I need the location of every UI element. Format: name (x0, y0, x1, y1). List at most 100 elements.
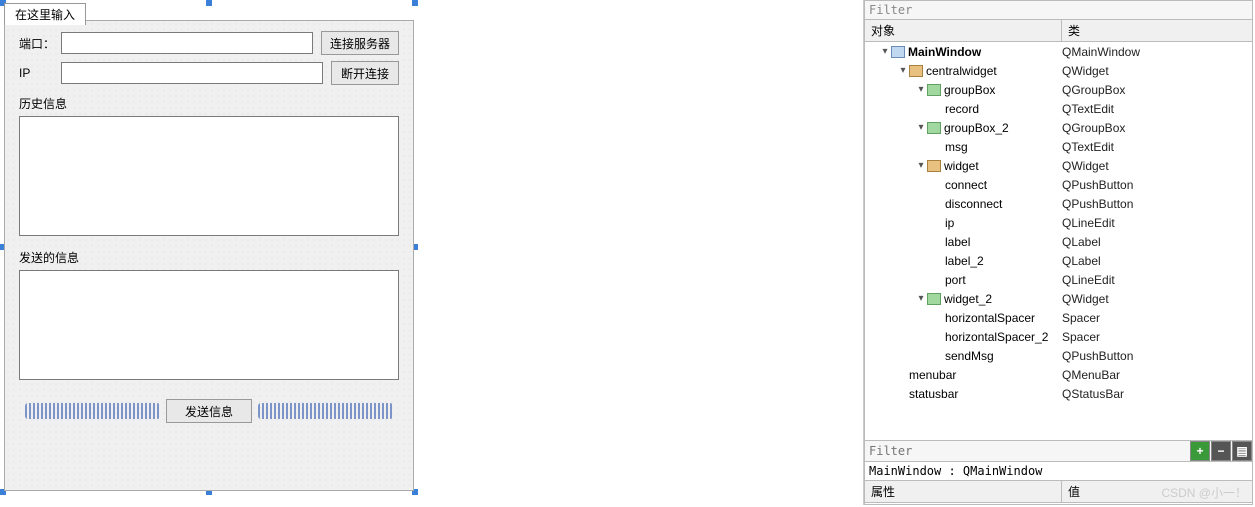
object-name: msg (945, 140, 968, 154)
connect-button[interactable]: 连接服务器 (321, 31, 399, 55)
tree-row[interactable]: record QTextEdit (865, 99, 1252, 118)
filter-bar-bottom: + − ▤ (864, 441, 1253, 462)
object-name: connect (945, 178, 987, 192)
class-name: QGroupBox (1062, 83, 1252, 97)
tree-row[interactable]: label QLabel (865, 232, 1252, 251)
tree-row[interactable]: menubar QMenuBar (865, 365, 1252, 384)
expand-icon[interactable]: ▤ (1232, 441, 1252, 461)
class-name: QPushButton (1062, 349, 1252, 363)
filter-input-bottom[interactable] (865, 441, 1189, 461)
class-name: Spacer (1062, 311, 1252, 325)
resize-handle[interactable] (412, 0, 418, 6)
port-label: 端口： (19, 35, 61, 52)
object-name: horizontalSpacer (945, 311, 1035, 325)
object-inspector: Filter 对象 类 ▾ MainWindow QMainWindow ▾ centr… (863, 0, 1253, 505)
class-name: QWidget (1062, 64, 1252, 78)
history-label: 历史信息 (19, 95, 399, 112)
layout-icon (927, 122, 941, 134)
object-name: record (945, 102, 979, 116)
object-tree[interactable]: ▾ MainWindow QMainWindow ▾ centralwidget QWid… (864, 42, 1253, 441)
port-input[interactable] (61, 32, 313, 54)
object-name: widget (944, 159, 979, 173)
object-name: label (945, 235, 970, 249)
tree-row[interactable]: disconnect QPushButton (865, 194, 1252, 213)
object-name: groupBox_2 (944, 121, 1009, 135)
class-name: QMainWindow (1062, 45, 1252, 59)
selection-status: MainWindow : QMainWindow (864, 462, 1253, 481)
class-name: QTextEdit (1062, 102, 1252, 116)
send-button[interactable]: 发送信息 (166, 399, 252, 423)
tree-row[interactable]: ▾ MainWindow QMainWindow (865, 42, 1252, 61)
window-icon (891, 46, 905, 58)
object-column-header[interactable]: 对象 (865, 20, 1062, 41)
class-name: QLineEdit (1062, 273, 1252, 287)
tree-row[interactable]: ip QLineEdit (865, 213, 1252, 232)
class-name: QTextEdit (1062, 140, 1252, 154)
class-name: QLabel (1062, 235, 1252, 249)
object-name: ip (945, 216, 954, 230)
class-name: QWidget (1062, 292, 1252, 306)
class-name: QPushButton (1062, 178, 1252, 192)
tree-row[interactable]: msg QTextEdit (865, 137, 1252, 156)
tree-row[interactable]: statusbar QStatusBar (865, 384, 1252, 403)
tree-row[interactable]: connect QPushButton (865, 175, 1252, 194)
property-column-header[interactable]: 属性 (865, 481, 1062, 502)
tree-row[interactable]: horizontalSpacer Spacer (865, 308, 1252, 327)
tree-row[interactable]: sendMsg QPushButton (865, 346, 1252, 365)
object-name: port (945, 273, 966, 287)
class-name: Spacer (1062, 330, 1252, 344)
ip-input[interactable] (61, 62, 323, 84)
object-name: label_2 (945, 254, 984, 268)
object-name: menubar (909, 368, 956, 382)
layout-icon (927, 84, 941, 96)
class-name: QMenuBar (1062, 368, 1252, 382)
tree-row[interactable]: ▾ widget_2 QWidget (865, 289, 1252, 308)
object-name: centralwidget (926, 64, 997, 78)
object-name: statusbar (909, 387, 958, 401)
expand-arrow-icon[interactable]: ▾ (915, 293, 927, 304)
property-header: 属性 值 (864, 481, 1253, 503)
form-designer: 在这里输入 端口： 连接服务器 IP 断开连接 历史信息 发送的信息 (0, 0, 418, 495)
send-label: 发送的信息 (19, 249, 399, 266)
class-name: QLabel (1062, 254, 1252, 268)
expand-arrow-icon[interactable]: ▾ (879, 46, 891, 57)
horizontal-spacer-icon (25, 403, 160, 419)
resize-handle[interactable] (206, 0, 212, 6)
value-column-header[interactable]: 值 (1062, 481, 1252, 502)
class-name: QPushButton (1062, 197, 1252, 211)
class-name: QStatusBar (1062, 387, 1252, 401)
tree-row[interactable]: ▾groupBoxQGroupBox (865, 80, 1252, 99)
horizontal-spacer-icon (258, 403, 393, 419)
property-table[interactable] (864, 503, 1253, 505)
filter-input-top[interactable]: Filter (864, 0, 1253, 20)
object-name: MainWindow (908, 45, 981, 59)
object-name: sendMsg (945, 349, 994, 363)
form-body[interactable]: 端口： 连接服务器 IP 断开连接 历史信息 发送的信息 发送信息 (4, 20, 414, 491)
expand-arrow-icon[interactable]: ▾ (915, 84, 927, 95)
tree-row[interactable]: horizontalSpacer_2 Spacer (865, 327, 1252, 346)
expand-arrow-icon[interactable]: ▾ (915, 160, 927, 171)
class-column-header[interactable]: 类 (1062, 20, 1252, 41)
tree-row[interactable]: label_2 QLabel (865, 251, 1252, 270)
tree-header: 对象 类 (864, 20, 1253, 42)
disconnect-button[interactable]: 断开连接 (331, 61, 399, 85)
class-name: QWidget (1062, 159, 1252, 173)
tree-row[interactable]: ▾ widget QWidget (865, 156, 1252, 175)
object-name: widget_2 (944, 292, 992, 306)
message-textarea[interactable] (19, 270, 399, 380)
expand-arrow-icon[interactable]: ▾ (897, 65, 909, 76)
tree-row[interactable]: port QLineEdit (865, 270, 1252, 289)
class-name: QGroupBox (1062, 121, 1252, 135)
remove-icon[interactable]: − (1211, 441, 1231, 461)
add-icon[interactable]: + (1190, 441, 1210, 461)
ip-label: IP (19, 66, 61, 80)
history-textarea[interactable] (19, 116, 399, 236)
object-name: horizontalSpacer_2 (945, 330, 1048, 344)
class-name: QLineEdit (1062, 216, 1252, 230)
tree-row[interactable]: ▾ centralwidget QWidget (865, 61, 1252, 80)
tree-row[interactable]: ▾ groupBox_2 QGroupBox (865, 118, 1252, 137)
layout-icon (927, 293, 941, 305)
object-name: disconnect (945, 197, 1002, 211)
expand-arrow-icon[interactable]: ▾ (915, 122, 927, 133)
widget-icon (927, 160, 941, 172)
